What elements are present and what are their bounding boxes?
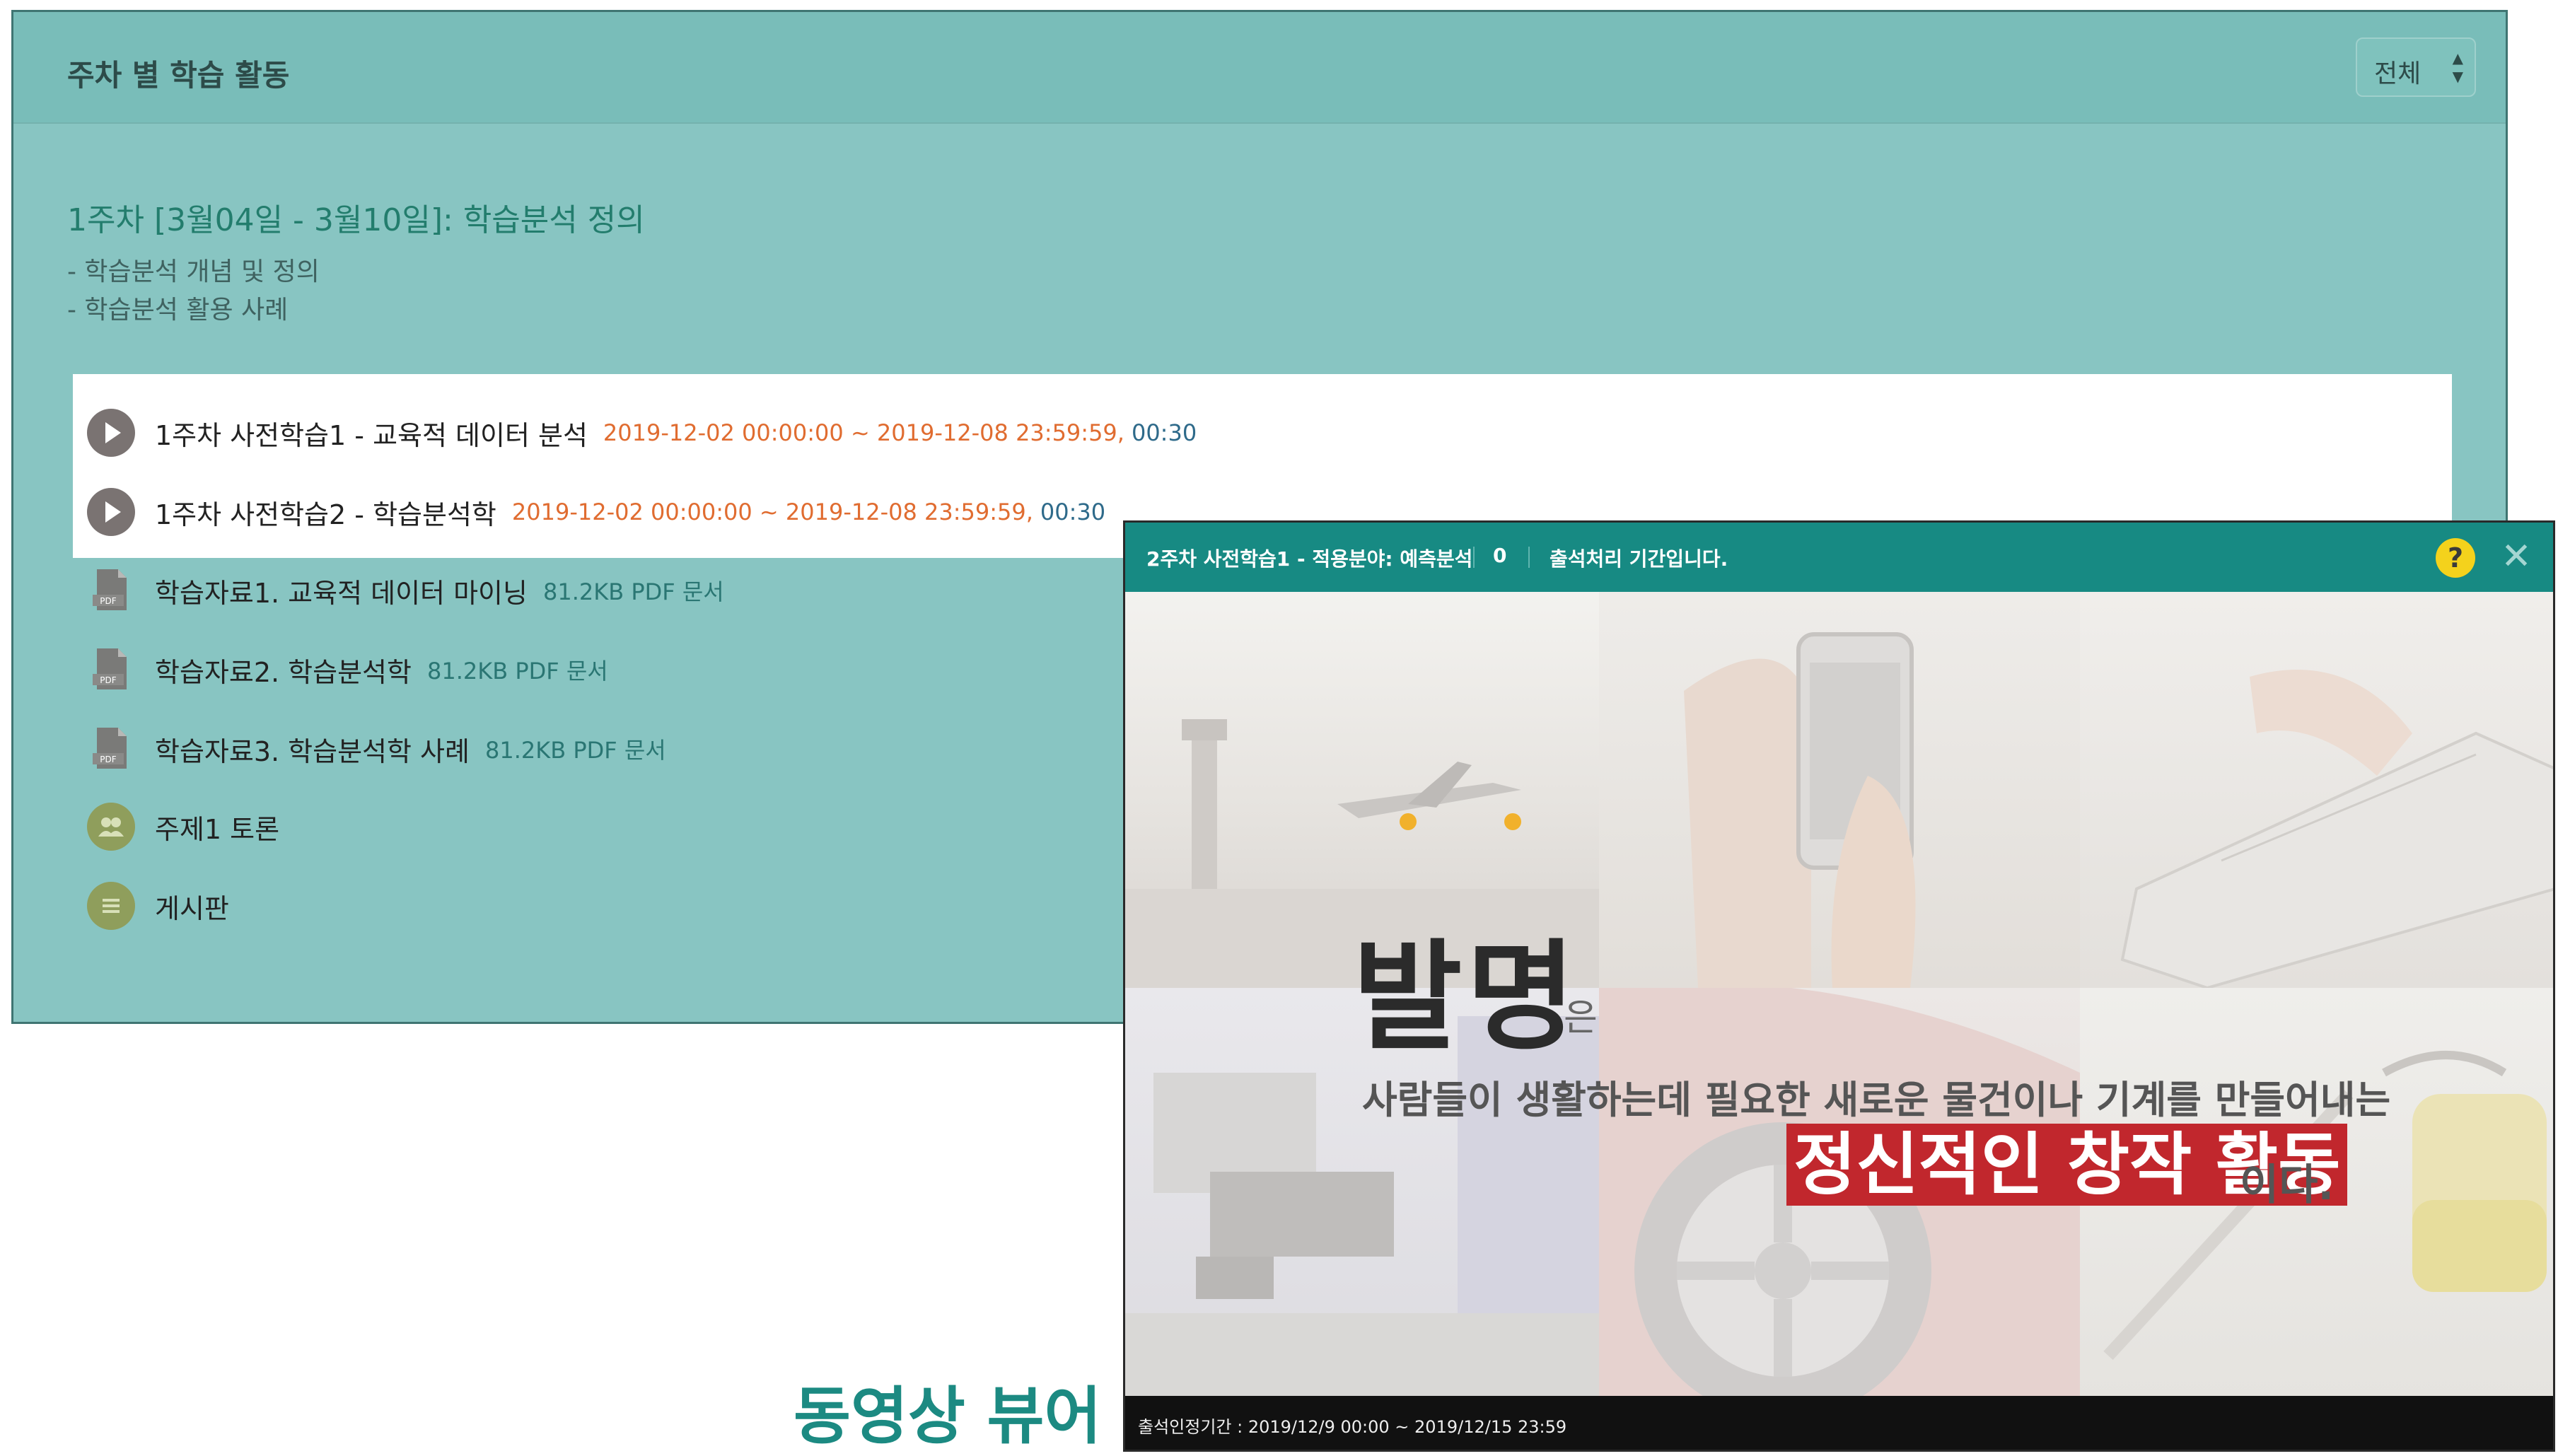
viewer-title-bar: 2주차 사전학습1 - 적용분야: 예측분석 0 출석처리 기간입니다. ? ✕ — [1125, 523, 2553, 592]
discussion-title[interactable]: 주제1 토론 — [155, 808, 279, 846]
file-title[interactable]: 학습자료3. 학습분석학 사례 — [155, 730, 470, 769]
slide-headline-particle: 은 — [1564, 997, 1598, 1039]
viewer-title: 2주차 사전학습1 - 적용분야: 예측분석 — [1146, 547, 1473, 571]
attendance-status: 출석처리 기간입니다. — [1550, 547, 1728, 571]
divider — [1528, 547, 1530, 568]
viewer-footer: 출석인정기간 : 2019/12/9 00:00 ~ 2019/12/15 23… — [1125, 1396, 2553, 1450]
video-viewer-window: 2주차 사전학습1 - 적용분야: 예측분석 0 출석처리 기간입니다. ? ✕ — [1123, 520, 2555, 1452]
video-period: 2019-12-02 00:00:00 ~ 2019-12-08 23:59:5… — [603, 419, 1117, 446]
svg-text:PDF: PDF — [100, 596, 116, 606]
pdf-icon: PDF — [87, 725, 135, 773]
svg-text:PDF: PDF — [100, 755, 116, 764]
video-title[interactable]: 1주차 사전학습1 - 교육적 데이터 분석 — [155, 414, 588, 453]
week-desc-line: - 학습분석 활용 사례 — [67, 296, 289, 325]
pdf-icon: PDF — [87, 566, 135, 615]
file-meta: 81.2KB PDF 문서 — [542, 578, 724, 605]
laptop-image — [2080, 592, 2553, 990]
close-button[interactable]: ✕ — [2496, 535, 2536, 578]
video-separator: , — [1025, 499, 1033, 525]
file-item[interactable]: PDF 학습자료2. 학습분석학 81.2KB PDF 문서 — [87, 641, 608, 698]
video-viewer-caption: 동영상 뷰어 — [793, 1380, 1102, 1452]
pdf-icon: PDF — [87, 646, 135, 694]
file-item[interactable]: PDF 학습자료1. 교육적 데이터 마이닝 81.2KB PDF 문서 — [87, 562, 724, 619]
slide-definition-text: 사람들이 생활하는데 필요한 새로운 물건이나 기계를 만들어내는 — [1362, 1078, 2391, 1122]
select-arrows-icon: ▲ ▼ — [2452, 49, 2463, 85]
panel-title: 주차 별 학습 활동 — [67, 58, 290, 93]
file-meta: 81.2KB PDF 문서 — [484, 737, 666, 764]
video-item[interactable]: 1주차 사전학습2 - 학습분석학 2019-12-02 00:00:00 ~ … — [87, 484, 1105, 540]
board-icon — [87, 882, 135, 930]
week-filter-select[interactable]: 전체 ▲ ▼ — [2356, 37, 2476, 97]
video-duration: 00:30 — [1040, 499, 1106, 525]
file-item[interactable]: PDF 학습자료3. 학습분석학 사례 81.2KB PDF 문서 — [87, 721, 666, 777]
video-item[interactable]: 1주차 사전학습1 - 교육적 데이터 분석 2019-12-02 00:00:… — [87, 404, 1197, 461]
panel-header: 주차 별 학습 활동 전체 ▲ ▼ — [13, 12, 2506, 124]
divider — [1473, 547, 1475, 568]
board-title[interactable]: 게시판 — [155, 887, 229, 926]
help-button[interactable]: ? — [2436, 538, 2475, 578]
video-period: 2019-12-02 00:00:00 ~ 2019-12-08 23:59:5… — [511, 499, 1026, 525]
discussion-item[interactable]: 주제1 토론 — [87, 798, 279, 855]
file-title[interactable]: 학습자료2. 학습분석학 — [155, 651, 412, 689]
file-meta: 81.2KB PDF 문서 — [426, 658, 608, 685]
board-item[interactable]: 게시판 — [87, 878, 229, 934]
video-separator: , — [1117, 419, 1124, 446]
play-icon[interactable] — [87, 488, 135, 536]
slide-ending: 이다. — [2240, 1160, 2335, 1210]
svg-text:PDF: PDF — [100, 675, 116, 685]
video-duration: 00:30 — [1131, 419, 1197, 446]
phone-image — [1599, 592, 2080, 988]
week-title: 1주차 [3월04일 - 3월10일]: 학습분석 정의 — [67, 202, 645, 238]
discussion-icon — [87, 803, 135, 851]
video-frame[interactable]: 발명 은 사람들이 생활하는데 필요한 새로운 물건이나 기계를 만들어내는 정… — [1125, 592, 2553, 1419]
viewer-count: 0 — [1493, 544, 1507, 567]
week-filter-value: 전체 — [2374, 59, 2422, 88]
slide-headline: 발명 — [1353, 928, 1581, 1066]
play-icon[interactable] — [87, 409, 135, 457]
attendance-period: 출석인정기간 : 2019/12/9 00:00 ~ 2019/12/15 23… — [1138, 1417, 1567, 1437]
file-title[interactable]: 학습자료1. 교육적 데이터 마이닝 — [155, 571, 528, 610]
video-title[interactable]: 1주차 사전학습2 - 학습분석학 — [155, 493, 496, 532]
week-desc-line: - 학습분석 개념 및 정의 — [67, 257, 320, 286]
